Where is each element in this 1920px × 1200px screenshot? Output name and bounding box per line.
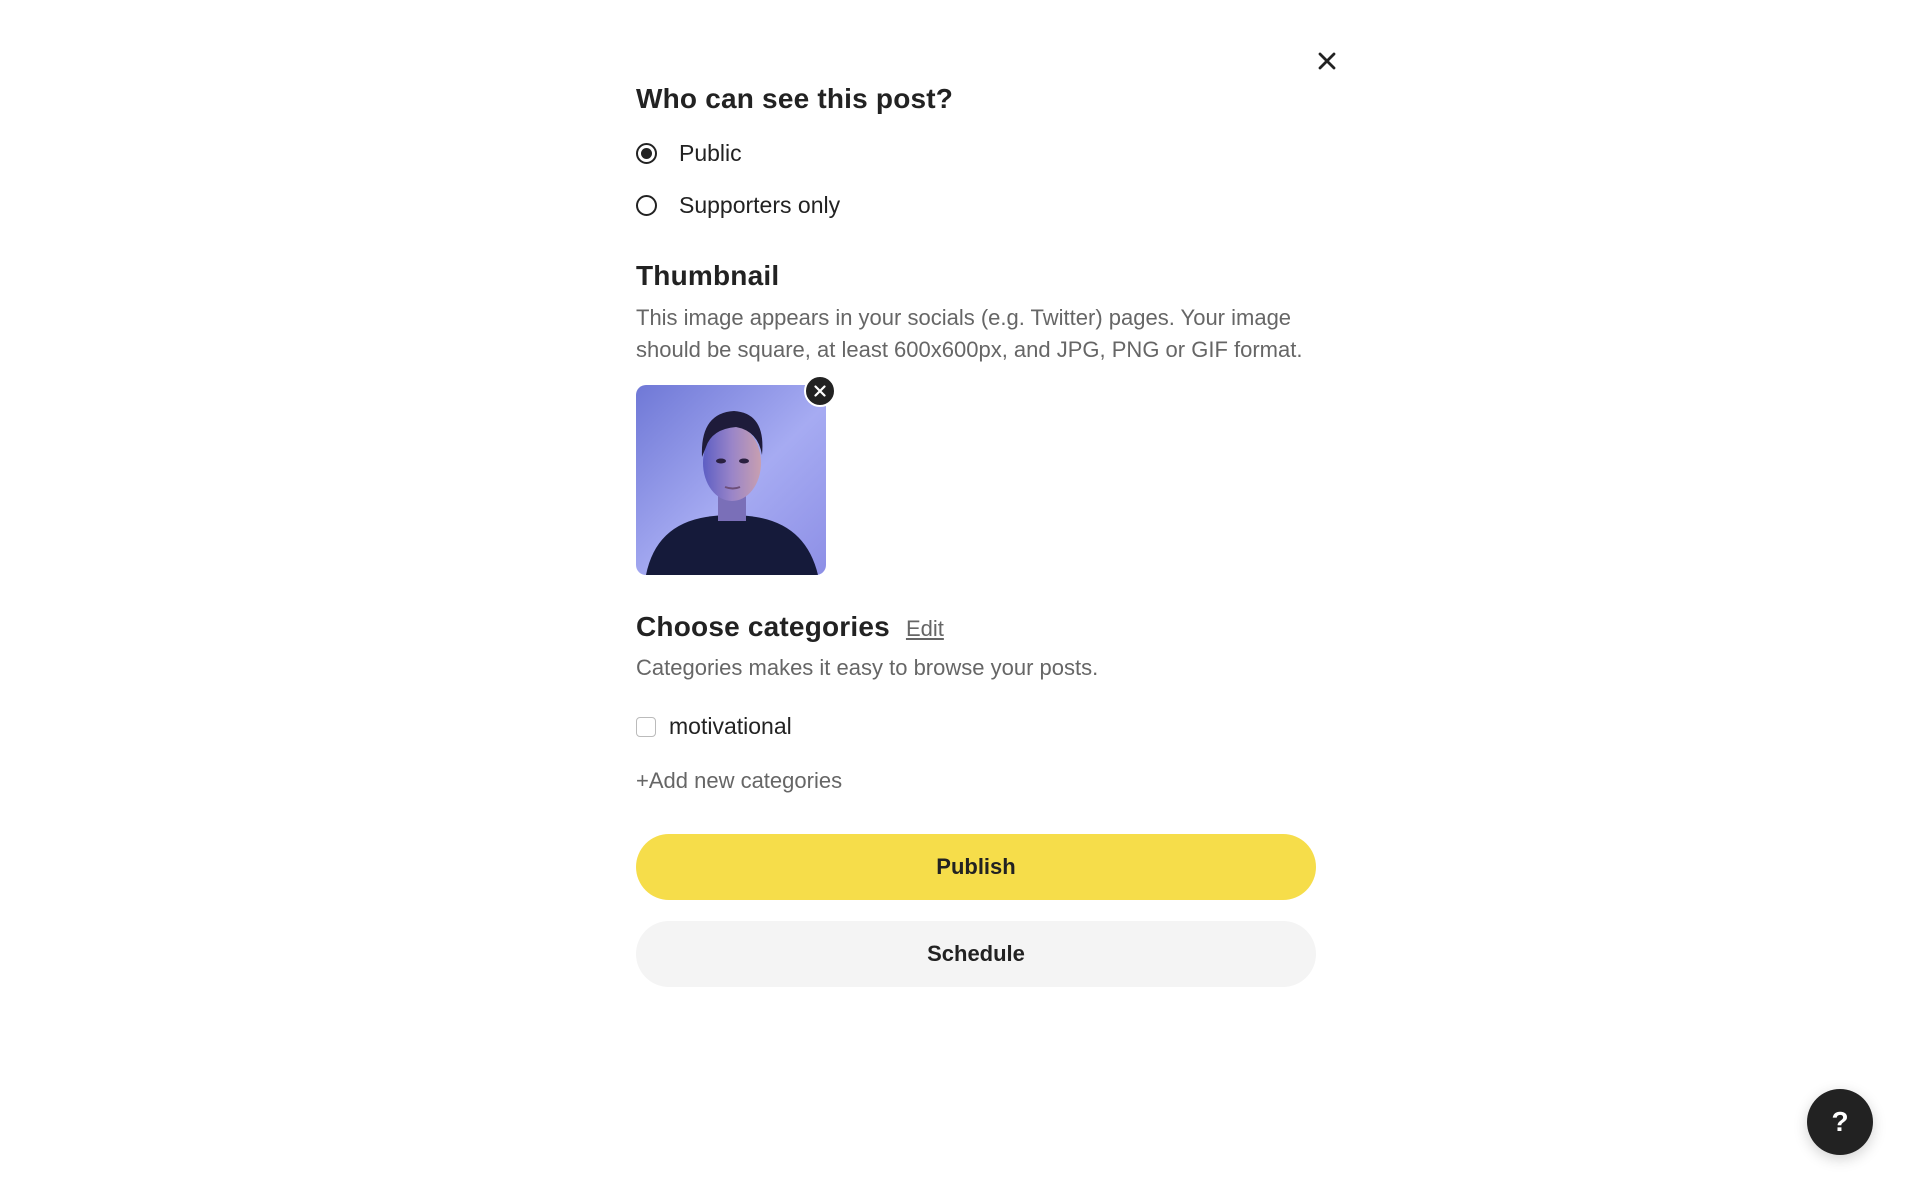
radio-button-supporters-only[interactable] xyxy=(636,194,657,216)
category-item-motivational[interactable]: motivational xyxy=(636,713,1316,740)
radio-option-public[interactable]: Public xyxy=(636,136,1316,170)
thumbnail-description: This image appears in your socials (e.g.… xyxy=(636,302,1316,366)
thumbnail-image xyxy=(636,385,826,575)
help-button[interactable]: ? xyxy=(1807,1089,1873,1155)
radio-label-supporters-only: Supporters only xyxy=(679,191,841,218)
radio-label-public: Public xyxy=(679,139,742,166)
thumbnail-description-line-1: This image appears in your socials (e.g.… xyxy=(636,305,1292,330)
visibility-title: Who can see this post? xyxy=(636,83,954,114)
remove-circle-icon xyxy=(814,385,826,397)
categories-header: Choose categories Edit xyxy=(636,611,1316,643)
close-button[interactable] xyxy=(1312,46,1342,76)
close-icon xyxy=(1318,52,1336,70)
schedule-button[interactable]: Schedule xyxy=(636,921,1316,987)
radio-option-supporters-only[interactable]: Supporters only xyxy=(636,188,1316,222)
category-label-motivational: motivational xyxy=(669,713,792,739)
post-settings-page: Who can see this post? Public Supporters… xyxy=(0,0,1920,1200)
radio-button-public[interactable] xyxy=(636,142,657,164)
thumbnail-remove-button[interactable] xyxy=(804,375,836,407)
category-checkbox-motivational[interactable] xyxy=(636,716,656,737)
categories-description: Categories makes it easy to browse your … xyxy=(636,655,1099,680)
thumbnail-title: Thumbnail xyxy=(636,260,780,291)
thumbnail-description-line-2: should be square, at least 600x600px, an… xyxy=(636,337,1303,362)
post-settings-panel: Who can see this post? Public Supporters… xyxy=(636,80,1316,987)
publish-button[interactable]: Publish xyxy=(636,834,1316,900)
edit-categories-link[interactable]: Edit xyxy=(906,616,944,642)
categories-title: Choose categories xyxy=(636,611,890,642)
add-new-categories-link[interactable]: +Add new categories xyxy=(636,768,842,794)
thumbnail-preview xyxy=(636,375,836,575)
question-mark-icon: ? xyxy=(1831,1106,1849,1137)
